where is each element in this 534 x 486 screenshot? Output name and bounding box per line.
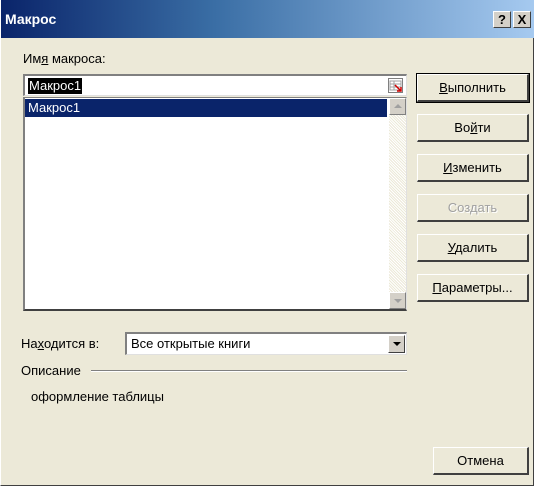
- dropdown-arrow-icon[interactable]: [388, 335, 405, 353]
- dialog-title: Макрос: [5, 11, 57, 27]
- description-divider: [91, 370, 407, 372]
- edit-button[interactable]: Изменить: [417, 154, 529, 182]
- options-button[interactable]: Параметры...: [417, 274, 529, 302]
- step-into-button[interactable]: Войти: [417, 114, 529, 142]
- help-button[interactable]: ?: [493, 11, 511, 28]
- macro-name-input[interactable]: Макрос1: [23, 74, 407, 96]
- collapse-dialog-icon[interactable]: [388, 78, 403, 93]
- location-select[interactable]: Все открытые книги: [125, 332, 407, 355]
- list-scrollbar[interactable]: [389, 98, 406, 309]
- macro-name-label: Имя макроса:: [23, 51, 106, 66]
- macro-list[interactable]: Макрос1: [23, 97, 407, 311]
- run-button[interactable]: Выполнить: [416, 73, 530, 103]
- description-text: оформление таблицы: [31, 389, 164, 404]
- delete-button[interactable]: Удалить: [417, 234, 529, 262]
- location-value: Все открытые книги: [131, 336, 251, 351]
- scroll-down-arrow[interactable]: [389, 292, 406, 309]
- list-item[interactable]: Макрос1: [25, 99, 387, 117]
- macro-dialog: Макрос ? X Имя макроса: Макрос1 Макрос1 …: [0, 0, 534, 486]
- create-button: Создать: [417, 194, 529, 222]
- cancel-button[interactable]: Отмена: [433, 447, 529, 475]
- scroll-up-arrow[interactable]: [389, 98, 406, 115]
- description-label: Описание: [21, 363, 81, 378]
- location-label: Находится в:: [21, 336, 100, 351]
- macro-name-value: Макрос1: [28, 78, 83, 94]
- close-button[interactable]: X: [513, 11, 531, 28]
- title-bar[interactable]: Макрос ? X: [1, 0, 534, 38]
